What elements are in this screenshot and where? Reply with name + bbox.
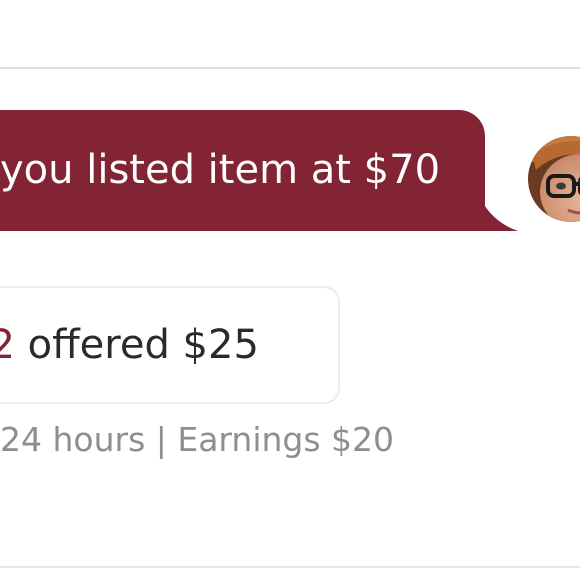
chat-screen: you listed item at $70 22 offered $25 <box>0 0 580 580</box>
offer-text: offered $25 <box>14 322 259 368</box>
outgoing-message-bubble: you listed item at $70 <box>0 110 485 231</box>
offer-username[interactable]: 22 <box>0 322 15 368</box>
header-divider <box>0 67 580 69</box>
user-avatar-icon <box>528 136 580 222</box>
offer-message-bubble: 22 offered $25 <box>0 286 340 404</box>
avatar[interactable] <box>528 136 580 222</box>
outgoing-message-text: you listed item at $70 <box>0 147 441 193</box>
offer-meta-text: 24 hours | Earnings $20 <box>0 420 395 459</box>
footer-divider <box>0 566 580 568</box>
bubble-tail-icon <box>470 160 518 231</box>
